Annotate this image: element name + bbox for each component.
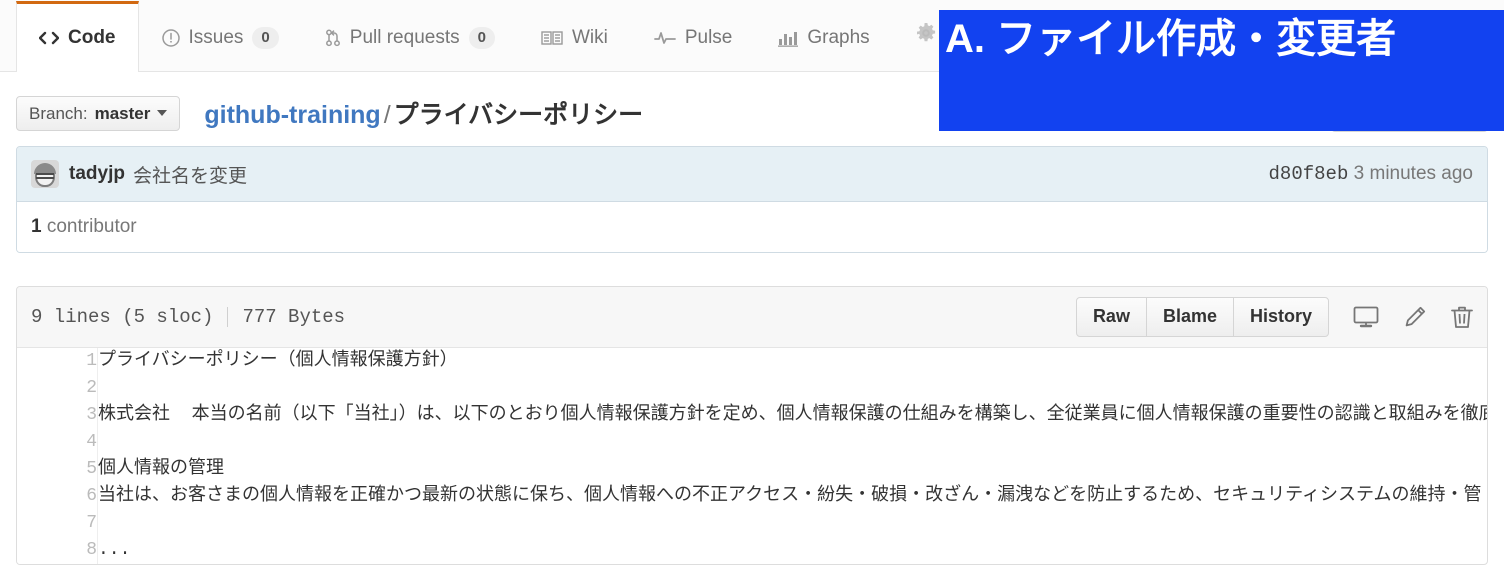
annotation-callout-text: A. ファイル作成・変更者: [945, 17, 1397, 61]
issue-opened-icon: [161, 29, 180, 47]
pull-requests-count: 0: [468, 27, 495, 49]
blob-action-bar: Raw Blame History: [1075, 297, 1473, 337]
raw-button[interactable]: Raw: [1075, 297, 1147, 337]
commit-sha-link[interactable]: d80f8eb: [1269, 163, 1349, 185]
line-content: [98, 510, 1488, 537]
line-number[interactable]: 4: [17, 428, 98, 456]
code-line-row: 5 個人情報の管理: [17, 455, 1487, 483]
line-number[interactable]: 2: [17, 374, 98, 402]
tab-pull-requests-label: Pull requests: [349, 27, 460, 48]
contributors-row[interactable]: 1 contributor: [17, 202, 1487, 252]
tab-graphs[interactable]: Graphs: [755, 1, 892, 72]
line-content: プライバシーポリシー（個人情報保護方針）: [98, 350, 458, 371]
pencil-edit-icon[interactable]: [1403, 305, 1427, 329]
commit-author-link[interactable]: tadyjp: [69, 163, 125, 185]
blob-info-divider: [227, 306, 229, 327]
tab-pulse[interactable]: Pulse: [631, 1, 756, 72]
code-line-row: 2: [17, 374, 1488, 402]
branch-selector-button[interactable]: Branch: master: [16, 95, 181, 131]
tab-wiki[interactable]: Wiki: [518, 1, 631, 72]
blob-header-bar: 9 lines (5 sloc) 777 Bytes Raw Blame His…: [17, 287, 1487, 348]
line-content: 個人情報の管理: [98, 458, 224, 479]
code-line-row: 6 当社は、お客さまの個人情報を正確かつ最新の状態に保ち、個人情報への不正アクセ…: [17, 482, 1487, 510]
blob-file-size: 777 Bytes: [242, 305, 346, 328]
tab-graphs-label: Graphs: [807, 27, 870, 48]
chevron-down-icon: [157, 110, 168, 116]
commit-summary-row: tadyjp 会社名を変更 d80f8eb 3 minutes ago: [17, 147, 1487, 202]
line-content: 株式会社 本当の名前（以下「当社」）は、以下のとおり個人情報保護方針を定め、個人…: [98, 404, 1487, 425]
blame-button[interactable]: Blame: [1145, 297, 1234, 337]
breadcrumb-file-name: プライバシーポリシー: [393, 101, 644, 129]
breadcrumb-repo-link[interactable]: github-training: [204, 101, 380, 129]
code-table: 1 プライバシーポリシー（個人情報保護方針） 2 3 株式会社 本当の名前（以下…: [17, 347, 1488, 564]
latest-commit-box: tadyjp 会社名を変更 d80f8eb 3 minutes ago 1 co…: [16, 146, 1488, 253]
line-content: [98, 429, 1488, 456]
breadcrumb: github-training / プライバシーポリシー: [204, 95, 643, 131]
commit-time: 3 minutes ago: [1353, 163, 1473, 184]
breadcrumb-separator: /: [383, 101, 391, 129]
tab-wiki-label: Wiki: [571, 27, 608, 48]
tab-issues-label: Issues: [188, 27, 244, 48]
blob-lines-info: 9 lines (5 sloc): [31, 305, 214, 328]
code-line-row: 4: [17, 428, 1488, 456]
tab-code-label: Code: [68, 27, 116, 48]
line-number[interactable]: 1: [17, 347, 98, 375]
code-line-row: 7: [17, 509, 1488, 537]
branch-name-label: master: [94, 103, 151, 123]
line-number[interactable]: 6: [17, 482, 98, 510]
trash-delete-icon[interactable]: [1451, 305, 1473, 329]
line-number[interactable]: 7: [17, 509, 98, 537]
tab-code[interactable]: Code: [16, 1, 139, 72]
avatar: [31, 160, 59, 188]
line-content: ...: [98, 539, 131, 560]
file-blob-container: 9 lines (5 sloc) 777 Bytes Raw Blame His…: [16, 286, 1488, 565]
line-content: [98, 375, 1488, 402]
branch-prefix-label: Branch:: [29, 103, 88, 123]
line-number[interactable]: 3: [17, 401, 98, 429]
tab-issues[interactable]: Issues 0: [139, 1, 302, 72]
book-icon: [541, 30, 563, 46]
line-number[interactable]: 5: [17, 455, 98, 483]
annotation-callout-box: A. ファイル作成・変更者: [939, 10, 1504, 131]
line-content: 当社は、お客さまの個人情報を正確かつ最新の状態に保ち、個人情報への不正アクセス・…: [98, 485, 1482, 506]
blob-button-group: Raw Blame History: [1075, 297, 1329, 337]
code-line-row: 1 プライバシーポリシー（個人情報保護方針）: [17, 347, 1487, 375]
blob-file-info: 9 lines (5 sloc) 777 Bytes: [31, 306, 345, 328]
contributor-count: 1: [31, 216, 42, 237]
history-button[interactable]: History: [1232, 297, 1329, 337]
graph-icon: [778, 30, 799, 47]
git-pull-request-icon: [325, 29, 341, 47]
gear-icon: [915, 22, 937, 49]
tab-pull-requests[interactable]: Pull requests 0: [302, 1, 518, 72]
tab-pulse-label: Pulse: [684, 27, 733, 48]
commit-message[interactable]: 会社名を変更: [133, 161, 247, 188]
issues-count: 0: [252, 27, 279, 49]
contributor-label: contributor: [46, 216, 137, 237]
code-line-row: 3 株式会社 本当の名前（以下「当社」）は、以下のとおり個人情報保護方針を定め、…: [17, 401, 1487, 429]
desktop-download-icon[interactable]: [1353, 306, 1379, 328]
line-number[interactable]: 8: [17, 536, 98, 564]
pulse-icon: [653, 30, 676, 46]
commit-meta: d80f8eb 3 minutes ago: [1269, 163, 1473, 185]
code-line-row: 8 ...: [17, 536, 1487, 564]
code-icon: [39, 30, 59, 46]
